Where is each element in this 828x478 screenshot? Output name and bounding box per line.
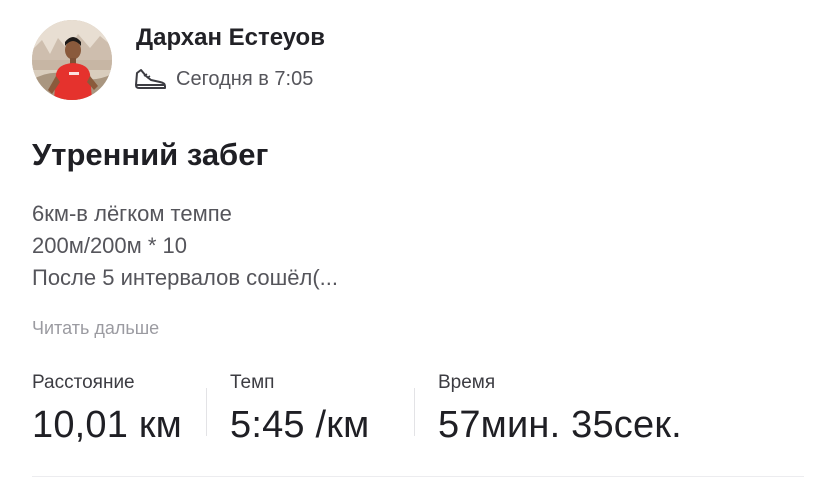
stat-time: Время 57мин. 35сек. [438,372,682,447]
stat-distance: Расстояние 10,01 км [32,372,182,447]
author-name[interactable]: Дархан Естеуов [136,24,325,52]
stat-distance-label: Расстояние [32,372,135,393]
activity-title[interactable]: Утренний забег [32,137,268,173]
read-more-link[interactable]: Читать дальше [32,318,159,339]
description-line: 200м/200м * 10 [32,233,188,258]
stat-divider [414,388,415,436]
stat-time-label: Время [438,372,496,393]
post-timestamp: Сегодня в 7:05 [176,67,314,90]
avatar-photo [32,20,112,100]
stat-divider [206,388,207,436]
activity-description: 6км-в лёгком темпе 200м/200м * 10 После … [32,198,338,294]
post-meta: Сегодня в 7:05 [134,64,313,94]
description-line: 6км-в лёгком темпе [32,201,232,226]
stat-pace-value: 5:45 /км [230,404,370,446]
activity-card: Дархан Естеуов Сегодня в 7:05 Утренний з… [0,0,828,478]
stat-time-value: 57мин. 35сек. [438,404,682,446]
stat-pace: Темп 5:45 /км [230,372,369,447]
stat-pace-label: Темп [230,372,275,393]
running-shoe-icon [134,65,170,93]
card-divider [32,476,804,477]
stat-distance-value: 10,01 км [32,404,183,446]
description-line: После 5 интервалов сошёл(... [32,265,338,290]
author-avatar[interactable] [32,20,112,100]
